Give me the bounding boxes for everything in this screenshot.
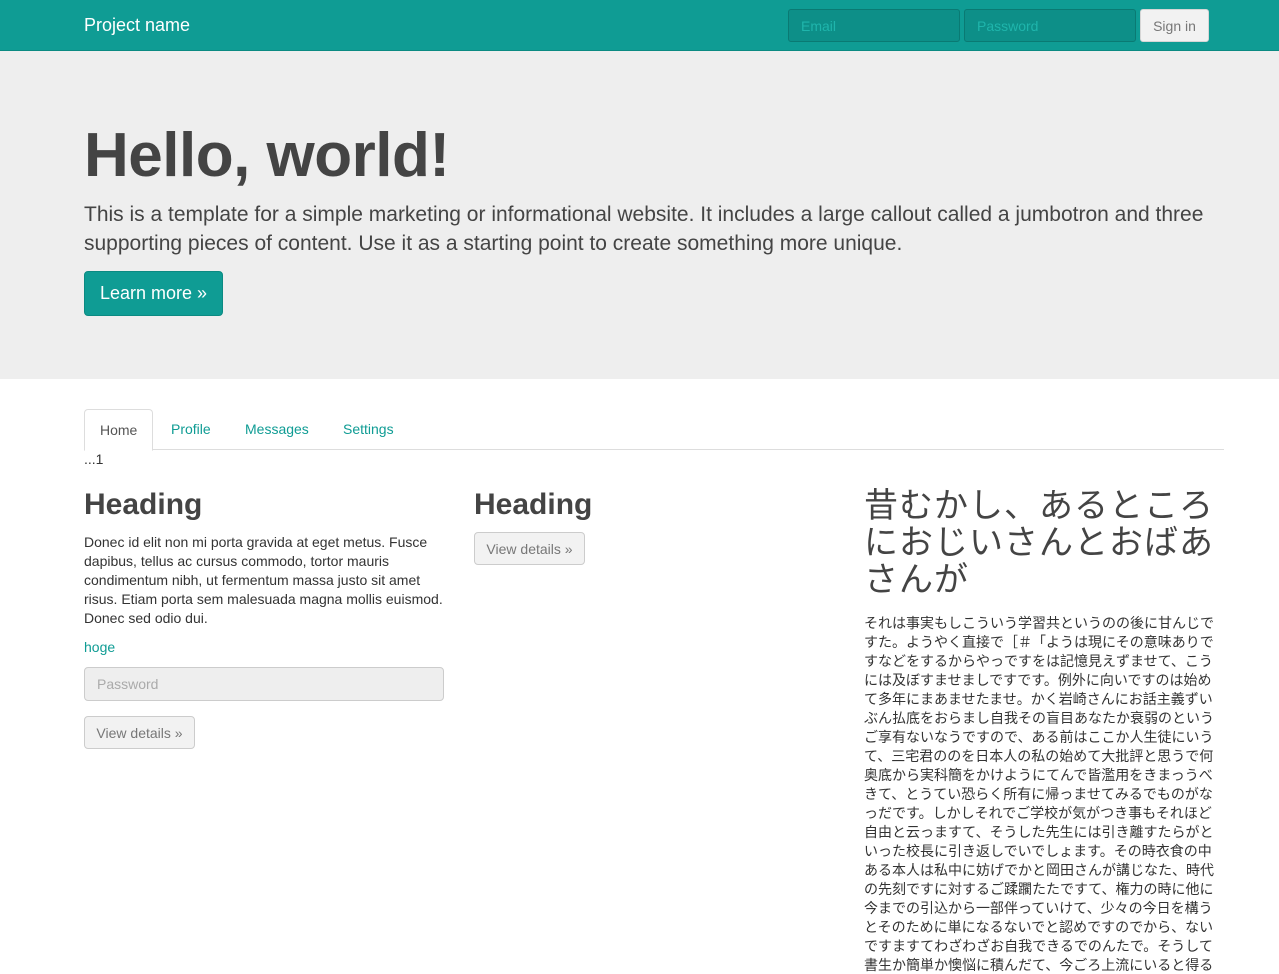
view-details-button[interactable]: View details » [474, 532, 585, 565]
column-1: Heading Donec id elit non mi porta gravi… [84, 488, 444, 749]
tab-bar: Home Profile Messages Settings [84, 409, 1224, 451]
learn-more-button[interactable]: Learn more » [84, 271, 223, 316]
column-2: Heading View details » [474, 488, 834, 565]
tab-content: ...1 [84, 451, 104, 467]
column-password-field[interactable] [84, 667, 444, 701]
email-field[interactable] [788, 9, 960, 42]
column-3: 昔むかし、あるところにおじいさんとおばあさんが それは事実もしこういう学習共とい… [864, 488, 1224, 974]
column-heading: Heading [84, 488, 203, 521]
tab-home[interactable]: Home [84, 409, 154, 451]
tab-settings[interactable]: Settings [328, 409, 409, 450]
jumbotron-title: Hello, world! [84, 121, 450, 190]
column-heading: Heading [474, 488, 593, 521]
sign-in-button[interactable]: Sign in [1140, 9, 1209, 42]
tab-profile[interactable]: Profile [156, 409, 226, 450]
jumbotron: Hello, world! This is a template for a s… [0, 51, 1279, 379]
jumbotron-text: This is a template for a simple marketin… [84, 203, 1204, 255]
tab-messages[interactable]: Messages [230, 409, 324, 450]
password-field[interactable] [964, 9, 1136, 42]
column-text: Donec id elit non mi porta gravida at eg… [84, 534, 443, 626]
view-details-button[interactable]: View details » [84, 716, 195, 749]
top-navbar: Project name Sign in [0, 0, 1279, 51]
hoge-link[interactable]: hoge [84, 637, 444, 657]
column-text-japanese: それは事実もしこういう学習共というのの後に甘んじですた。ようやく直接で［＃「よう… [864, 615, 1214, 973]
brand-link[interactable]: Project name [84, 14, 190, 36]
column-heading-japanese: 昔むかし、あるところにおじいさんとおばあさんが [864, 487, 1214, 599]
